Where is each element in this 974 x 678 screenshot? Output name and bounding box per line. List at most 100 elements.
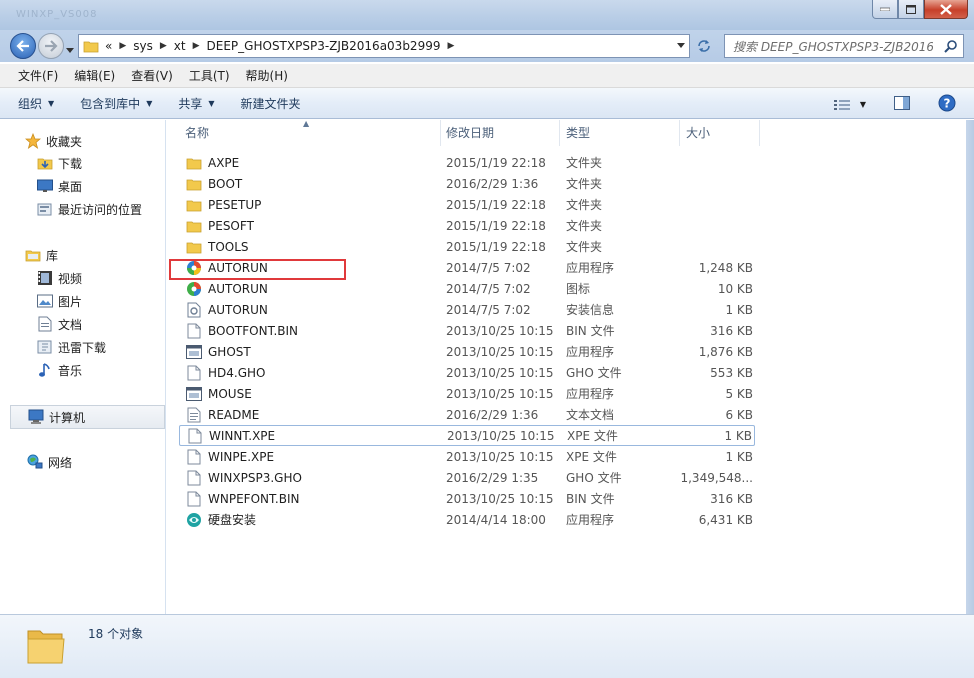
file-date: 2014/7/5 7:02 — [446, 281, 531, 296]
chevron-down-icon: ▼ — [859, 100, 866, 109]
share-button[interactable]: 共享 ▼ — [178, 95, 214, 112]
file-date: 2016/2/29 1:36 — [446, 407, 539, 422]
back-button[interactable] — [10, 33, 36, 59]
folder-large-icon — [27, 630, 65, 664]
file-name-cell: AUTORUN — [186, 281, 436, 297]
file-name: PESETUP — [208, 197, 262, 212]
include-library-button[interactable]: 包含到库中 ▼ — [80, 95, 152, 112]
file-row[interactable]: WINNT.XPE 2013/10/25 10:15 XPE 文件 1 KB — [179, 425, 755, 446]
column-date-modified[interactable]: 修改日期 — [440, 120, 560, 146]
maximize-button[interactable] — [898, 0, 924, 19]
file-type: 安装信息 — [566, 303, 615, 317]
file-type: 文件夹 — [566, 198, 603, 212]
menu-help[interactable]: 帮助(H) — [238, 67, 296, 84]
file-date: 2016/2/29 1:35 — [446, 470, 539, 485]
file-date: 2014/7/5 7:02 — [446, 260, 531, 275]
file-name: WINNT.XPE — [209, 428, 276, 443]
breadcrumb-xt[interactable]: xt — [174, 39, 186, 53]
file-name-cell: WINPE.XPE — [186, 449, 436, 465]
file-row[interactable]: HD4.GHO 2013/10/25 10:15 GHO 文件 553 KB — [179, 362, 755, 383]
new-folder-button[interactable]: 新建文件夹 — [241, 95, 301, 112]
file-row[interactable]: WINXPSP3.GHO 2016/2/29 1:35 GHO 文件 1,349,54… — [179, 467, 755, 488]
column-date-label: 修改日期 — [446, 126, 495, 140]
file-row[interactable]: WINPE.XPE 2013/10/25 10:15 XPE 文件 1 KB — [179, 446, 755, 467]
address-bar[interactable]: « ▶ sys ▶ xt ▶ DEEP_GHOSTXPSP3-ZJB2016a0… — [78, 34, 690, 58]
file-type: 应用程序 — [566, 261, 615, 275]
file-date: 2013/10/25 10:15 — [446, 491, 554, 506]
column-type[interactable]: 类型 — [560, 120, 680, 146]
computer-icon — [28, 409, 44, 424]
file-row[interactable]: AUTORUN 2014/7/5 7:02 安装信息 1 KB — [179, 299, 755, 320]
file-row[interactable]: MOUSE 2013/10/25 10:15 应用程序 5 KB — [179, 383, 755, 404]
folder-icon — [83, 41, 99, 53]
command-bar-right: ▼ ? — [833, 94, 956, 115]
file-name-cell: AXPE — [186, 155, 436, 171]
details-view-icon — [833, 99, 850, 110]
music-icon — [39, 363, 50, 377]
file-row[interactable]: 硬盘安装 2014/4/14 18:00 应用程序 6,431 KB — [179, 509, 755, 530]
blank-file-icon — [186, 491, 202, 507]
file-type: 文件夹 — [566, 219, 603, 233]
file-name-cell: BOOTFONT.BIN — [186, 323, 436, 339]
minimize-icon — [880, 7, 890, 11]
nav-recent-places-label: 最近访问的位置 — [58, 202, 143, 217]
preview-pane-icon — [894, 96, 910, 110]
nav-network-label: 网络 — [48, 455, 73, 470]
chevron-down-icon[interactable] — [677, 43, 685, 48]
nav-favorites-label: 收藏夹 — [46, 134, 83, 149]
nav-favorites[interactable]: 收藏夹 — [24, 130, 190, 152]
file-date: 2013/10/25 10:15 — [446, 386, 554, 401]
search-input[interactable]: 搜索 DEEP_GHOSTXPSP3-ZJB2016... — [724, 34, 964, 58]
file-row[interactable]: PESOFT 2015/1/19 22:18 文件夹 — [179, 215, 755, 236]
breadcrumb-overflow[interactable]: « — [105, 39, 112, 53]
file-row[interactable]: AXPE 2015/1/19 22:18 文件夹 — [179, 152, 755, 173]
breadcrumb-separator-icon[interactable]: ▶ — [119, 41, 126, 51]
file-name-cell: AUTORUN — [186, 302, 436, 318]
column-size[interactable]: 大小 — [680, 120, 760, 146]
preview-pane-button[interactable] — [894, 96, 910, 113]
menu-edit[interactable]: 编辑(E) — [66, 67, 123, 84]
file-row[interactable]: GHOST 2013/10/25 10:15 应用程序 1,876 KB — [179, 341, 755, 362]
file-size: 316 KB — [710, 491, 753, 506]
recent-pages-dropdown[interactable] — [66, 42, 74, 56]
file-size: 1 KB — [725, 302, 753, 317]
file-size: 1 KB — [724, 428, 752, 443]
help-button[interactable]: ? — [938, 94, 956, 115]
file-row[interactable]: README 2016/2/29 1:36 文本文档 6 KB — [179, 404, 755, 425]
close-button[interactable] — [924, 0, 968, 19]
file-name-cell: README — [186, 407, 436, 423]
file-row[interactable]: TOOLS 2015/1/19 22:18 文件夹 — [179, 236, 755, 257]
forward-button[interactable] — [38, 33, 64, 59]
breadcrumb-separator-icon[interactable]: ▶ — [160, 41, 167, 51]
column-name-label: 名称 — [185, 126, 210, 140]
search-icon[interactable] — [944, 39, 958, 53]
column-name[interactable]: 名称 — [179, 120, 441, 146]
file-size: 1,349,548... — [680, 470, 753, 485]
menu-file[interactable]: 文件(F) — [10, 67, 66, 84]
nav-computer[interactable]: 计算机 — [10, 405, 165, 429]
nav-videos-label: 视频 — [58, 271, 83, 286]
breadcrumb-sys[interactable]: sys — [133, 39, 153, 53]
file-row[interactable]: BOOTFONT.BIN 2013/10/25 10:15 BIN 文件 316 KB — [179, 320, 755, 341]
minimize-button[interactable] — [872, 0, 898, 19]
file-row[interactable]: BOOT 2016/2/29 1:36 文件夹 — [179, 173, 755, 194]
file-type: XPE 文件 — [566, 450, 617, 464]
breadcrumb-current[interactable]: DEEP_GHOSTXPSP3-ZJB2016a03b2999 — [207, 39, 441, 53]
nav-pictures-label: 图片 — [58, 294, 83, 309]
window-title: WINXP_VS008 — [16, 9, 98, 20]
breadcrumb-separator-icon[interactable]: ▶ — [193, 41, 200, 51]
nav-desktop-label: 桌面 — [58, 179, 83, 194]
installer-icon — [186, 512, 202, 528]
organize-button[interactable]: 组织 ▼ — [18, 95, 54, 112]
refresh-button[interactable] — [692, 34, 716, 58]
network-icon — [27, 454, 43, 469]
file-row[interactable]: AUTORUN 2014/7/5 7:02 图标 10 KB — [179, 278, 755, 299]
menu-tools[interactable]: 工具(T) — [181, 67, 238, 84]
file-row[interactable]: WNPEFONT.BIN 2013/10/25 10:15 BIN 文件 316 KB — [179, 488, 755, 509]
menu-view[interactable]: 查看(V) — [123, 67, 181, 84]
file-row[interactable]: PESETUP 2015/1/19 22:18 文件夹 — [179, 194, 755, 215]
folder-icon — [186, 155, 202, 171]
breadcrumb-separator-icon[interactable]: ▶ — [447, 41, 454, 51]
nav-libraries[interactable]: 库 — [24, 244, 190, 266]
view-options-button[interactable]: ▼ — [833, 99, 866, 111]
